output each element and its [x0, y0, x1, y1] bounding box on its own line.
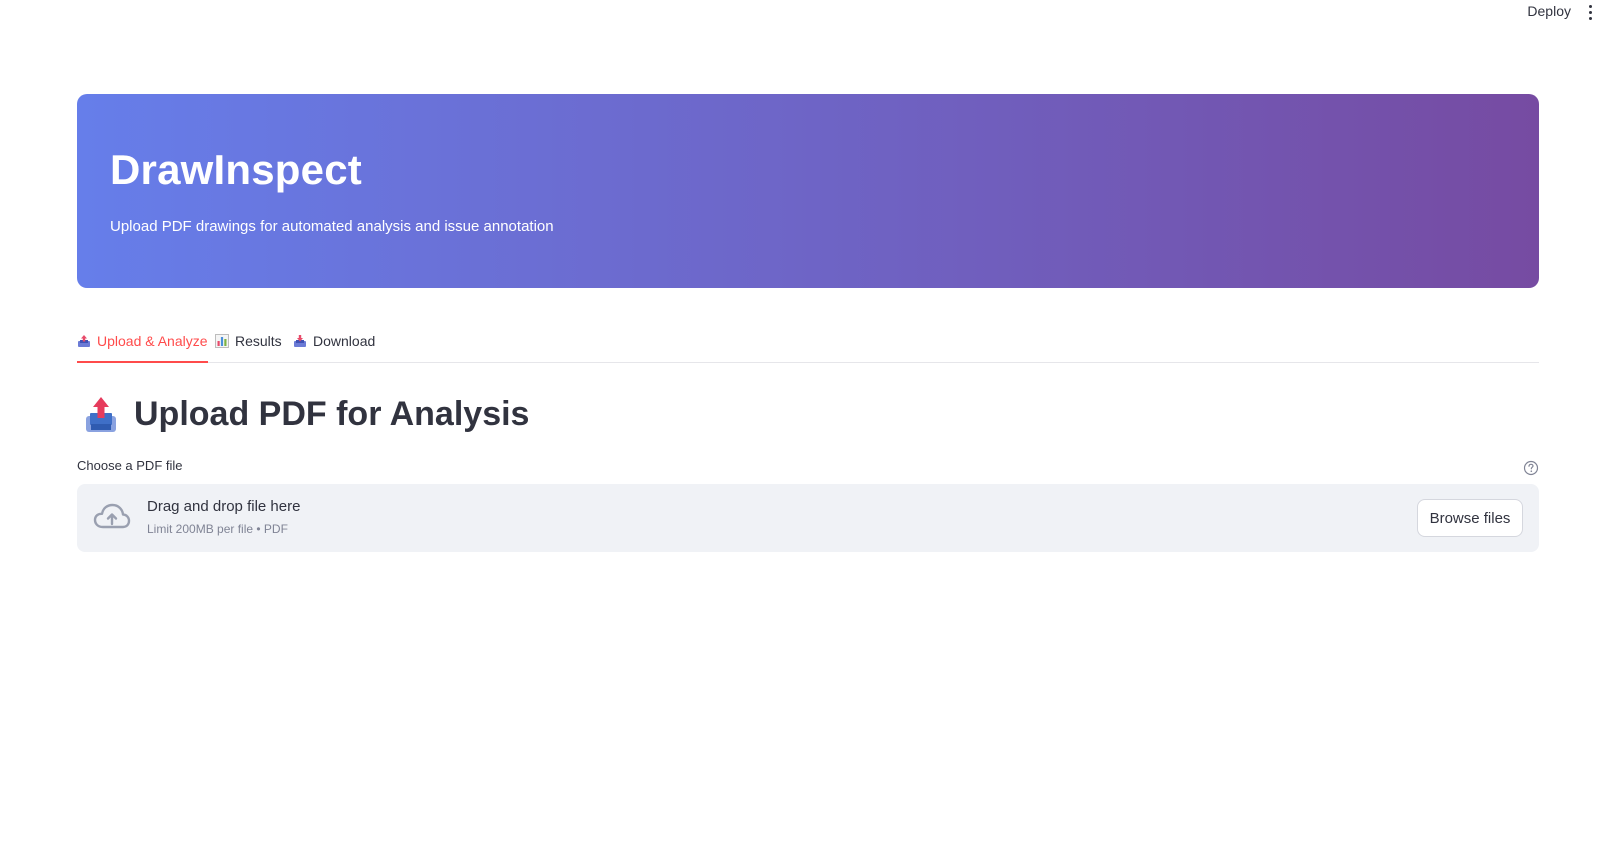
app-subtitle: Upload PDF drawings for automated analys…: [110, 218, 554, 235]
app-title: DrawInspect: [110, 146, 362, 193]
inbox-tray-icon: [78, 335, 90, 347]
file-uploader-label: Choose a PDF file: [77, 458, 183, 473]
inbox-tray-icon: [294, 335, 306, 347]
hero-banner: DrawInspect Upload PDF drawings for auto…: [77, 94, 1539, 288]
browse-files-button[interactable]: Browse files: [1417, 499, 1523, 537]
outbox-tray-icon: [86, 396, 116, 432]
dropzone-limit-text: Limit 200MB per file • PDF: [147, 522, 288, 536]
tab-results[interactable]: Results: [215, 333, 282, 363]
bar-chart-icon: [215, 334, 229, 348]
dropzone-instructions: Drag and drop file here: [147, 498, 301, 515]
tab-bar: Upload & Analyze Results Download: [77, 323, 1539, 363]
tab-label: Results: [235, 333, 282, 349]
tab-upload-analyze[interactable]: Upload & Analyze: [77, 333, 208, 363]
cloud-upload-icon: [93, 503, 131, 529]
question-circle-icon[interactable]: [1523, 460, 1539, 476]
section-title: Upload PDF for Analysis: [134, 395, 530, 433]
more-vertical-icon[interactable]: [1583, 3, 1597, 21]
section-heading: Upload PDF for Analysis: [84, 395, 529, 434]
file-dropzone[interactable]: Drag and drop file here Limit 200MB per …: [77, 484, 1539, 552]
tab-label: Upload & Analyze: [97, 333, 208, 349]
tab-label: Download: [313, 333, 376, 349]
deploy-button[interactable]: Deploy: [1527, 3, 1571, 19]
tab-download[interactable]: Download: [293, 333, 375, 363]
